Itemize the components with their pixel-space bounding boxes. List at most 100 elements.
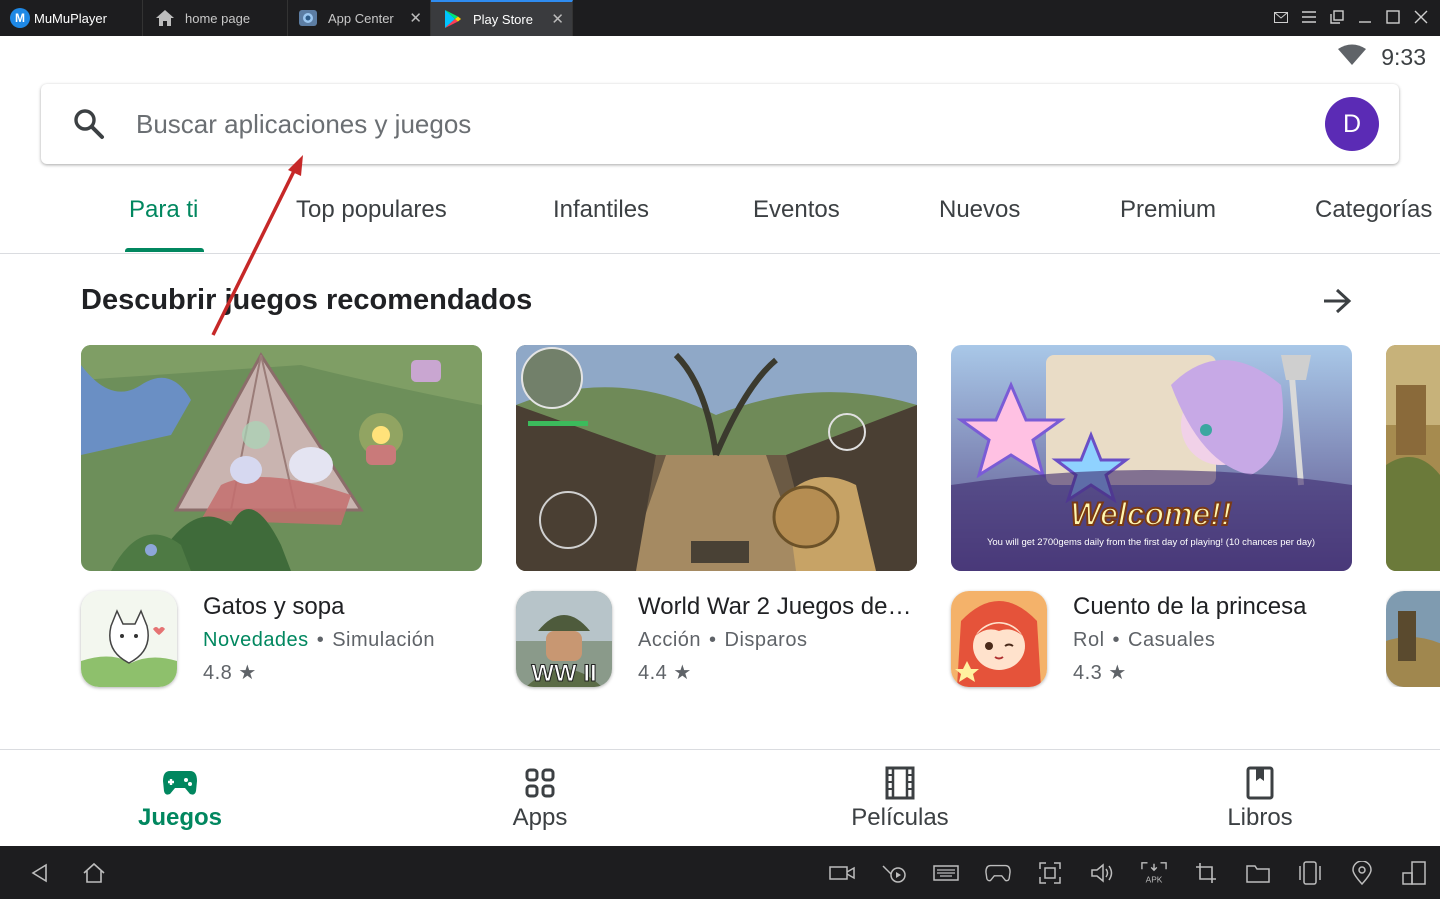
- app-tag-secondary: Disparos: [724, 629, 808, 651]
- tab-premium[interactable]: Premium: [1120, 196, 1216, 224]
- category-tabs: Para ti Top populares Infantiles Eventos…: [0, 178, 1440, 254]
- app-icon[interactable]: [81, 591, 177, 687]
- nav-juegos[interactable]: Juegos: [0, 750, 360, 847]
- tab-eventos[interactable]: Eventos: [753, 196, 840, 224]
- folder-icon[interactable]: [1245, 860, 1271, 886]
- tab-nuevos[interactable]: Nuevos: [939, 196, 1020, 224]
- arrow-right-icon[interactable]: [1320, 284, 1354, 318]
- app-name: Gatos y sopa: [203, 593, 345, 620]
- tab-app-center[interactable]: App Center ✕: [288, 0, 431, 36]
- emulator-titlebar: M MuMuPlayer home page App Center ✕ Play…: [0, 0, 1440, 36]
- search-bar[interactable]: D: [41, 84, 1399, 164]
- app-info: Cuento de la princesa Rol • Casuales 4.3 ★: [951, 591, 1352, 687]
- home-icon: [155, 8, 175, 28]
- rating-value: 4.8: [203, 662, 233, 684]
- game-banner[interactable]: [81, 345, 482, 571]
- brand-name: MuMuPlayer: [34, 10, 107, 26]
- close-tab-icon[interactable]: ✕: [551, 10, 564, 28]
- emulator-toolbar: APK: [0, 846, 1440, 899]
- gamepad-icon: [162, 766, 198, 800]
- play-store-icon: [443, 9, 463, 29]
- app-tags: Acción • Disparos: [638, 629, 808, 651]
- search-input[interactable]: [136, 108, 1325, 140]
- close-tab-icon[interactable]: ✕: [409, 9, 422, 27]
- svg-text:APK: APK: [1146, 874, 1163, 884]
- tab-top-populares[interactable]: Top populares: [296, 196, 447, 224]
- app-icon[interactable]: WW II: [516, 591, 612, 687]
- fullscreen-icon[interactable]: [1037, 860, 1063, 886]
- brand: M MuMuPlayer: [0, 0, 143, 36]
- app-name: World War 2 Juegos de pi…: [638, 593, 917, 620]
- menu-icon[interactable]: [1302, 10, 1316, 26]
- nav-label: Películas: [851, 804, 949, 831]
- volume-icon[interactable]: [1089, 860, 1115, 886]
- app-info: Gatos y sopa Novedades • Simulación 4.8 ★: [81, 591, 482, 687]
- screen-record-icon[interactable]: [881, 860, 907, 886]
- record-video-icon[interactable]: [829, 860, 855, 886]
- rating-value: 4.4: [638, 662, 668, 684]
- tab-home-page[interactable]: home page: [143, 0, 288, 36]
- wifi-icon: [1337, 44, 1367, 71]
- mumu-logo-icon: M: [10, 8, 30, 28]
- section-title: Descubrir juegos recomendados: [81, 284, 533, 316]
- search-icon[interactable]: [69, 108, 109, 140]
- nav-apps[interactable]: Apps: [360, 750, 720, 847]
- nav-libros[interactable]: Libros: [1080, 750, 1440, 847]
- app-tag-secondary: Casuales: [1128, 629, 1216, 651]
- welcome-subtext: You will get 2700gems daily from the fir…: [987, 537, 1315, 548]
- book-icon: [1246, 766, 1274, 800]
- gamepad-mapping-icon[interactable]: [985, 860, 1011, 886]
- home-button-icon[interactable]: [81, 860, 107, 886]
- star-icon: ★: [1108, 662, 1127, 684]
- status-clock: 9:33: [1381, 43, 1426, 70]
- crop-icon[interactable]: [1193, 860, 1219, 886]
- tab-label: Play Store: [473, 11, 533, 27]
- app-info: [1386, 591, 1440, 687]
- game-banner[interactable]: [1386, 345, 1440, 571]
- rating-value: 4.3: [1073, 662, 1103, 684]
- app-tag-primary: Acción: [638, 629, 702, 651]
- restore-icon[interactable]: [1330, 9, 1344, 27]
- location-icon[interactable]: [1349, 860, 1375, 886]
- back-icon[interactable]: [26, 860, 52, 886]
- app-rating: 4.8 ★: [203, 660, 257, 685]
- welcome-text: Welcome!!: [1070, 496, 1232, 532]
- game-card[interactable]: WW II World War 2 Juegos de pi… Acción • D…: [516, 345, 917, 687]
- game-card[interactable]: Gatos y sopa Novedades • Simulación 4.8 ★: [81, 345, 482, 687]
- tab-categorias[interactable]: Categorías: [1315, 196, 1432, 224]
- multi-window-icon[interactable]: [1401, 860, 1427, 886]
- app-name: Cuento de la princesa: [1073, 593, 1307, 620]
- nav-peliculas[interactable]: Películas: [720, 750, 1080, 847]
- tab-para-ti[interactable]: Para ti: [129, 196, 198, 224]
- window-controls: [1274, 0, 1440, 36]
- app-icon[interactable]: [1386, 591, 1440, 687]
- game-card-partial[interactable]: [1386, 345, 1440, 687]
- nav-label: Libros: [1227, 804, 1293, 831]
- tab-label: home page: [185, 10, 251, 26]
- tab-play-store[interactable]: Play Store ✕: [431, 0, 573, 36]
- maximize-icon[interactable]: [1386, 9, 1400, 27]
- film-icon: [885, 766, 915, 800]
- app-tags: Novedades • Simulación: [203, 629, 436, 651]
- active-tab-indicator: [125, 248, 204, 252]
- app-rating: 4.4 ★: [638, 660, 692, 685]
- game-banner[interactable]: Welcome!! You will get 2700gems daily fr…: [951, 345, 1352, 571]
- android-status-bar: 9:33: [1337, 36, 1426, 78]
- tab-infantiles[interactable]: Infantiles: [553, 196, 649, 224]
- nav-label: Apps: [512, 804, 568, 831]
- app-info: WW II World War 2 Juegos de pi… Acción • D…: [516, 591, 917, 687]
- close-icon[interactable]: [1414, 10, 1428, 27]
- app-rating: 4.3 ★: [1073, 660, 1127, 685]
- apps-grid-icon: [525, 766, 555, 800]
- app-tag-primary: Rol: [1073, 629, 1105, 651]
- mail-icon[interactable]: [1274, 10, 1288, 26]
- apk-install-icon[interactable]: APK: [1141, 860, 1167, 886]
- account-avatar[interactable]: D: [1325, 97, 1379, 151]
- app-icon[interactable]: [951, 591, 1047, 687]
- keyboard-icon[interactable]: [933, 860, 959, 886]
- game-banner[interactable]: [516, 345, 917, 571]
- game-card[interactable]: Welcome!! You will get 2700gems daily fr…: [951, 345, 1352, 687]
- star-icon: ★: [238, 662, 257, 684]
- shake-icon[interactable]: [1297, 860, 1323, 886]
- minimize-icon[interactable]: [1358, 10, 1372, 27]
